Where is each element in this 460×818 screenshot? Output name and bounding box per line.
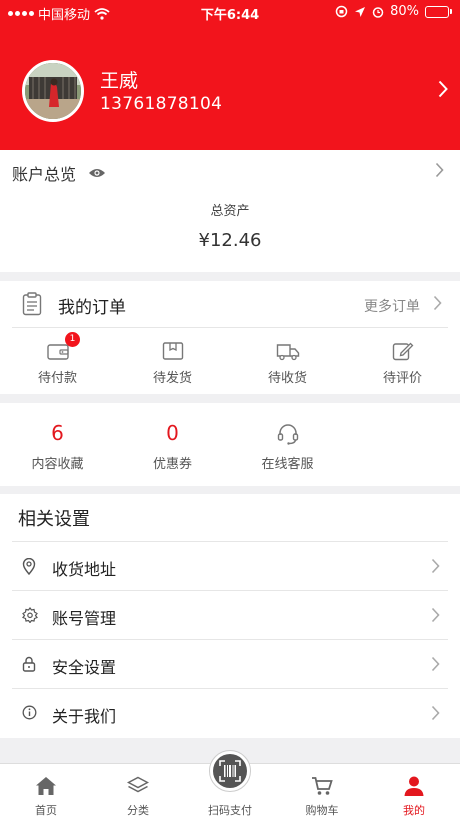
location-pin-icon bbox=[22, 558, 36, 575]
location-arrow-icon bbox=[355, 6, 366, 17]
chevron-right-icon bbox=[431, 558, 440, 574]
person-icon bbox=[404, 776, 424, 796]
more-orders-link[interactable]: 更多订单 bbox=[364, 296, 420, 316]
package-icon bbox=[162, 342, 183, 360]
settings-item-about[interactable]: 关于我们 bbox=[12, 688, 448, 737]
tab-cart[interactable]: 购物车 bbox=[276, 774, 368, 818]
truck-icon bbox=[276, 344, 299, 361]
chevron-right-icon[interactable] bbox=[435, 162, 444, 178]
user-name: 王威 bbox=[100, 70, 139, 92]
gear-icon bbox=[22, 607, 38, 623]
battery-icon bbox=[425, 5, 452, 18]
my-orders-section: 我的订单 更多订单 1 待付款 待发货 待收货 待评价 bbox=[0, 281, 460, 394]
order-status-label: 待收货 bbox=[267, 371, 307, 386]
rotation-lock-icon bbox=[335, 5, 348, 18]
wallet-icon bbox=[46, 344, 69, 360]
tab-mine[interactable]: 我的 bbox=[368, 774, 460, 818]
order-pending-receipt[interactable]: 待收货 bbox=[230, 339, 345, 386]
tab-home[interactable]: 首页 bbox=[0, 774, 92, 818]
alarm-icon bbox=[372, 6, 384, 18]
favorites-label: 内容收藏 bbox=[31, 457, 84, 472]
home-icon bbox=[36, 777, 56, 795]
info-icon bbox=[22, 705, 37, 720]
chevron-right-icon bbox=[431, 705, 440, 721]
chevron-right-icon bbox=[431, 607, 440, 623]
barcode-scan-icon bbox=[219, 760, 241, 782]
order-status-label: 待发货 bbox=[152, 371, 192, 386]
coupons-label: 优惠券 bbox=[152, 457, 192, 472]
customer-service-label: 在线客服 bbox=[261, 457, 314, 472]
avatar[interactable] bbox=[22, 60, 84, 122]
status-bar: 中国移动 下午6:44 80% bbox=[0, 0, 460, 24]
headset-icon bbox=[277, 424, 298, 445]
settings-item-account[interactable]: 账号管理 bbox=[12, 590, 448, 639]
coupons-count: 0 bbox=[166, 421, 179, 445]
order-status-label: 待付款 bbox=[37, 371, 77, 386]
settings-title: 相关设置 bbox=[18, 509, 90, 530]
total-assets-label: 总资产 bbox=[210, 204, 250, 219]
total-assets-value: ¥12.46 bbox=[198, 230, 262, 251]
account-title: 账户总览 bbox=[12, 165, 77, 184]
order-pending-review[interactable]: 待评价 bbox=[345, 339, 460, 386]
tab-label: 扫码支付 bbox=[208, 804, 252, 817]
chevron-right-icon[interactable] bbox=[438, 80, 448, 98]
pencil-icon bbox=[392, 342, 413, 361]
my-orders-title: 我的订单 bbox=[58, 298, 126, 318]
chevron-right-icon[interactable] bbox=[433, 295, 442, 311]
tab-label: 我的 bbox=[403, 804, 425, 817]
tab-label: 首页 bbox=[35, 804, 57, 817]
coupons-stat[interactable]: 0 优惠券 bbox=[115, 421, 230, 472]
tab-category[interactable]: 分类 bbox=[92, 774, 184, 818]
settings-item-label: 账号管理 bbox=[52, 609, 117, 628]
user-phone: 13761878104 bbox=[100, 94, 223, 114]
layers-icon bbox=[127, 776, 149, 793]
settings-section: 相关设置 收货地址 账号管理 安全设置 关于我们 bbox=[0, 494, 460, 738]
tab-label: 购物车 bbox=[305, 804, 339, 817]
favorites-count: 6 bbox=[51, 421, 64, 445]
settings-item-label: 收货地址 bbox=[52, 560, 117, 579]
order-status-label: 待评价 bbox=[382, 371, 422, 386]
cart-icon bbox=[312, 777, 333, 795]
scan-pay-button[interactable] bbox=[209, 750, 251, 792]
settings-item-label: 安全设置 bbox=[52, 658, 117, 677]
eye-icon[interactable] bbox=[88, 167, 106, 179]
settings-item-label: 关于我们 bbox=[52, 707, 117, 726]
favorites-stat[interactable]: 6 内容收藏 bbox=[0, 421, 115, 472]
order-pending-shipment[interactable]: 待发货 bbox=[115, 339, 230, 386]
unread-badge: 1 bbox=[65, 332, 80, 347]
order-list-icon bbox=[22, 292, 42, 316]
stats-section: 6 内容收藏 0 优惠券 在线客服 bbox=[0, 403, 460, 486]
lock-icon bbox=[22, 656, 36, 672]
settings-item-address[interactable]: 收货地址 bbox=[12, 541, 448, 590]
order-pending-payment[interactable]: 1 待付款 bbox=[0, 332, 115, 386]
account-overview[interactable]: 账户总览 总资产 ¥12.46 bbox=[0, 150, 460, 272]
tab-label: 分类 bbox=[127, 804, 149, 817]
profile-header[interactable]: 中国移动 下午6:44 80% 王威 13761878104 bbox=[0, 0, 460, 150]
battery-percent: 80% bbox=[390, 4, 419, 19]
settings-item-security[interactable]: 安全设置 bbox=[12, 639, 448, 688]
customer-service-stat[interactable]: 在线客服 bbox=[230, 421, 345, 472]
divider bbox=[12, 327, 448, 328]
chevron-right-icon bbox=[431, 656, 440, 672]
